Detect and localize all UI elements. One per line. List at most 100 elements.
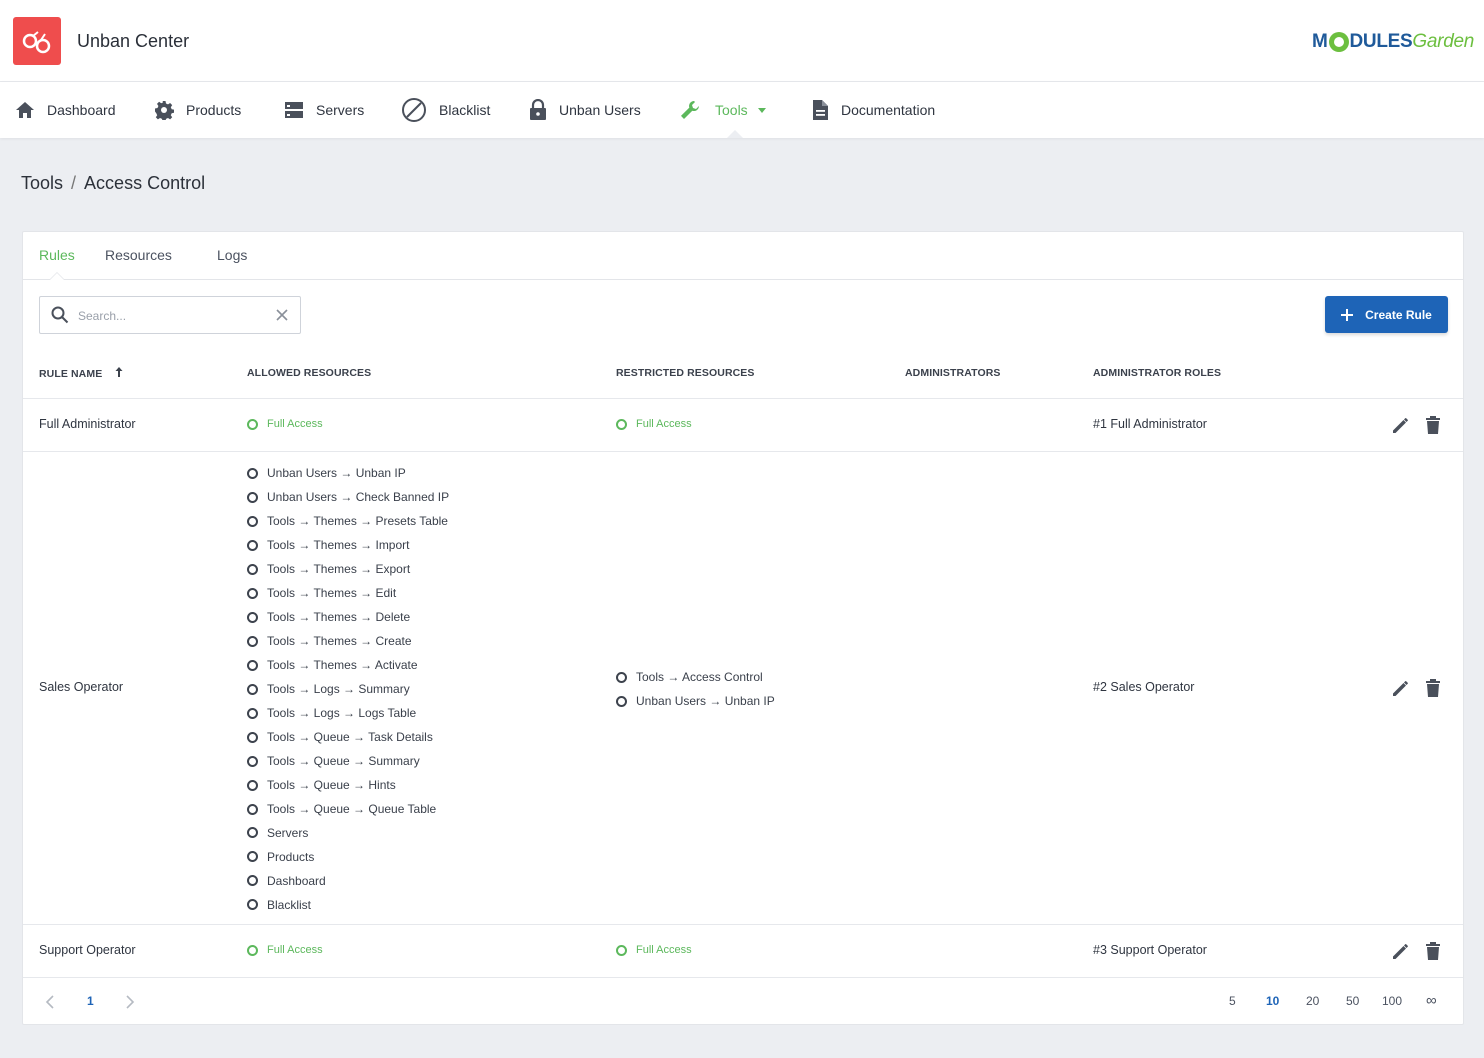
allowed-resource: Tools → Queue → Summary bbox=[247, 754, 420, 768]
status-circle-icon bbox=[247, 731, 258, 743]
status-circle-icon bbox=[247, 587, 258, 599]
allowed-resource: Tools → Themes → Activate bbox=[247, 658, 418, 672]
rule-name-full-administrator: Full Administrator bbox=[39, 417, 136, 431]
unban-center-logo-icon[interactable] bbox=[13, 17, 61, 65]
delete-icon[interactable] bbox=[1425, 678, 1441, 698]
restricted-resource: Unban Users → Unban IP bbox=[616, 694, 775, 708]
rules-card: Rules Resources Logs Create Rule RULE NA… bbox=[22, 231, 1464, 1025]
chevron-left-icon[interactable] bbox=[45, 995, 55, 1009]
sort-ascending-icon[interactable] bbox=[115, 367, 123, 377]
page-size-option[interactable]: 5 bbox=[1229, 994, 1236, 1008]
search-icon bbox=[51, 306, 69, 324]
server-icon bbox=[285, 102, 303, 118]
nav-item-servers[interactable]: Servers bbox=[284, 82, 364, 138]
modulesgarden-logo[interactable]: M DULES Garden bbox=[1312, 28, 1474, 56]
nav-item-blacklist[interactable]: Blacklist bbox=[401, 82, 490, 138]
allowed-resource: Tools → Logs → Summary bbox=[247, 682, 410, 696]
status-circle-icon bbox=[247, 515, 258, 527]
administrator-role: #3 Support Operator bbox=[1093, 943, 1207, 957]
top-bar: Unban Center M DULES Garden bbox=[0, 0, 1484, 82]
administrator-role: #1 Full Administrator bbox=[1093, 417, 1207, 431]
page-number[interactable]: 1 bbox=[87, 994, 94, 1008]
allowed-resource: Tools → Themes → Create bbox=[247, 634, 412, 648]
administrator-role: #2 Sales Operator bbox=[1093, 680, 1195, 694]
nav-item-dashboard[interactable]: Dashboard bbox=[15, 82, 116, 138]
allowed-resource: Tools → Queue → Hints bbox=[247, 778, 396, 792]
allowed-resource: Tools → Themes → Import bbox=[247, 538, 410, 552]
allowed-resource: Full Access bbox=[247, 418, 323, 430]
status-circle-icon bbox=[247, 563, 258, 575]
tab-active-pointer bbox=[49, 272, 65, 280]
allowed-resource: Dashboard bbox=[247, 874, 326, 888]
status-circle-icon bbox=[616, 944, 627, 956]
status-circle-icon bbox=[247, 779, 258, 791]
status-circle-icon bbox=[247, 755, 258, 767]
restricted-resource: Full Access bbox=[616, 418, 692, 430]
column-header-restricted-resources[interactable]: RESTRICTED RESOURCES bbox=[616, 367, 755, 379]
status-circle-icon bbox=[616, 671, 627, 683]
nav-item-products[interactable]: Products bbox=[154, 82, 241, 138]
nav-item-documentation[interactable]: Documentation bbox=[811, 82, 935, 138]
globe-icon bbox=[1328, 32, 1349, 52]
column-header-administrators[interactable]: ADMINISTRATORS bbox=[905, 367, 1001, 379]
page-size-option[interactable]: 20 bbox=[1306, 994, 1319, 1008]
allowed-resource: Unban Users → Unban IP bbox=[247, 466, 406, 480]
tab-rules[interactable]: Rules bbox=[39, 247, 75, 263]
tab-resources[interactable]: Resources bbox=[105, 247, 172, 263]
column-header-rule-name[interactable]: RULE NAME bbox=[39, 367, 123, 380]
tab-logs[interactable]: Logs bbox=[217, 247, 247, 263]
nav-item-unban-users[interactable]: Unban Users bbox=[529, 82, 641, 138]
breadcrumb: Tools / Access Control bbox=[21, 173, 205, 194]
allowed-resource: Full Access bbox=[247, 944, 323, 956]
status-circle-icon bbox=[247, 659, 258, 671]
status-circle-icon bbox=[247, 875, 258, 887]
status-circle-icon bbox=[247, 467, 258, 479]
status-circle-icon bbox=[247, 827, 258, 839]
rule-name-support-operator: Support Operator bbox=[39, 943, 136, 957]
edit-icon[interactable] bbox=[1391, 415, 1411, 435]
edit-icon[interactable] bbox=[1391, 941, 1411, 961]
chevron-down-icon[interactable] bbox=[757, 107, 766, 113]
search-input[interactable] bbox=[78, 306, 268, 326]
document-icon bbox=[813, 100, 828, 120]
allowed-resource: Servers bbox=[247, 826, 308, 840]
page-size-option[interactable]: 100 bbox=[1382, 994, 1402, 1008]
status-circle-icon bbox=[247, 611, 258, 623]
allowed-resource: Unban Users → Check Banned IP bbox=[247, 490, 449, 504]
divider bbox=[23, 451, 1463, 452]
column-header-administrator-roles[interactable]: ADMINISTRATOR ROLES bbox=[1093, 367, 1221, 379]
status-circle-icon bbox=[616, 418, 627, 430]
restricted-resource: Full Access bbox=[616, 944, 692, 956]
status-circle-icon bbox=[247, 944, 258, 956]
home-icon bbox=[16, 102, 34, 118]
divider bbox=[23, 924, 1463, 925]
status-circle-icon bbox=[247, 635, 258, 647]
allowed-resource: Tools → Themes → Export bbox=[247, 562, 410, 576]
chevron-right-icon[interactable] bbox=[125, 995, 135, 1009]
nav-active-pointer bbox=[727, 130, 743, 138]
status-circle-icon bbox=[247, 683, 258, 695]
edit-icon[interactable] bbox=[1391, 678, 1411, 698]
delete-icon[interactable] bbox=[1425, 941, 1441, 961]
column-header-allowed-resources[interactable]: ALLOWED RESOURCES bbox=[247, 367, 371, 379]
status-circle-icon bbox=[247, 803, 258, 815]
status-circle-icon bbox=[247, 418, 258, 430]
allowed-resource: Tools → Themes → Presets Table bbox=[247, 514, 448, 528]
breadcrumb-parent[interactable]: Tools bbox=[21, 173, 63, 193]
page-size-option[interactable]: 50 bbox=[1346, 994, 1359, 1008]
restricted-resource: Tools → Access Control bbox=[616, 670, 763, 684]
create-rule-button[interactable]: Create Rule bbox=[1325, 296, 1448, 333]
rule-name-sales-operator: Sales Operator bbox=[39, 680, 124, 694]
gear-icon bbox=[155, 101, 174, 120]
delete-icon[interactable] bbox=[1425, 415, 1441, 435]
page-size-option[interactable]: ∞ bbox=[1426, 992, 1437, 1009]
clear-search-icon[interactable] bbox=[276, 309, 288, 321]
status-circle-icon bbox=[247, 707, 258, 719]
page-size-option[interactable]: 10 bbox=[1266, 994, 1279, 1008]
status-circle-icon bbox=[247, 899, 258, 911]
search-box bbox=[39, 296, 301, 334]
allowed-resource: Tools → Themes → Edit bbox=[247, 586, 396, 600]
divider bbox=[23, 398, 1463, 399]
allowed-resource: Tools → Queue → Queue Table bbox=[247, 802, 436, 816]
nav-item-tools[interactable]: Tools bbox=[679, 82, 766, 138]
